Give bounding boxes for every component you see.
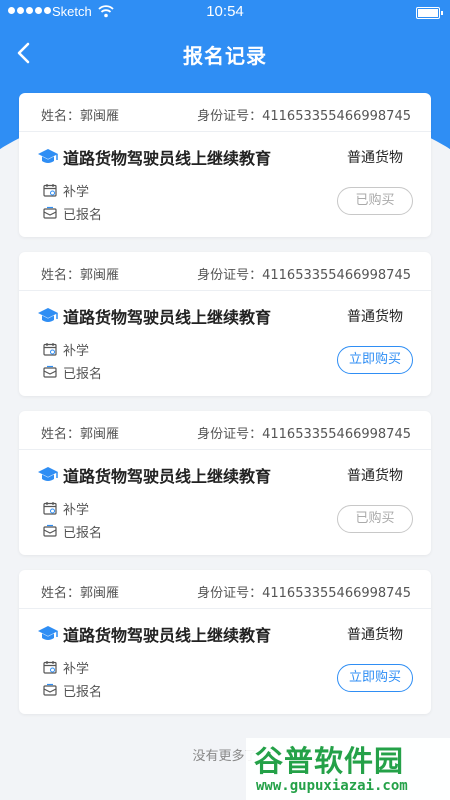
calendar-icon	[43, 502, 57, 515]
course-title: 道路货物驾驶员线上继续教育	[63, 149, 272, 168]
course-row: 道路货物驾驶员线上继续教育 普通货物	[37, 463, 411, 487]
watermark-url: www.gupuxiazai.com	[256, 778, 408, 794]
name-label: 姓名：	[41, 109, 81, 124]
watermark-brand: 谷普软件园	[254, 744, 405, 778]
study-type: 补学	[63, 185, 90, 200]
course-title: 道路货物驾驶员线上继续教育	[63, 308, 272, 327]
course-row: 道路货物驾驶员线上继续教育 普通货物	[37, 145, 411, 169]
name-line: 姓名：郭闽雁	[41, 423, 119, 442]
student-name: 郭闽雁	[80, 109, 120, 124]
name-label: 姓名：	[41, 427, 81, 442]
battery-icon	[416, 7, 443, 19]
course-title: 道路货物驾驶员线上继续教育	[63, 626, 272, 645]
id-line: 身份证号：411653355466998745	[197, 423, 411, 442]
id-number: 411653355466998745	[262, 586, 411, 601]
calendar-icon	[43, 343, 57, 356]
purchase-button[interactable]: 已购买	[337, 505, 413, 533]
student-name: 郭闽雁	[80, 427, 120, 442]
graduation-cap-icon	[38, 626, 58, 640]
name-label: 姓名：	[41, 268, 81, 283]
calendar-icon	[43, 184, 57, 197]
id-line: 身份证号：411653355466998745	[197, 582, 411, 601]
name-label: 姓名：	[41, 586, 81, 601]
study-type: 补学	[63, 662, 90, 677]
graduation-cap-icon	[38, 149, 58, 163]
envelope-icon	[43, 524, 57, 537]
id-line: 身份证号：411653355466998745	[197, 264, 411, 283]
student-name: 郭闽雁	[80, 586, 120, 601]
card-header: 姓名：郭闽雁 身份证号：411653355466998745	[19, 93, 431, 132]
graduation-cap-icon	[38, 467, 58, 481]
id-label: 身份证号：	[197, 268, 263, 283]
name-line: 姓名：郭闽雁	[41, 582, 119, 601]
name-line: 姓名：郭闽雁	[41, 264, 119, 283]
card-header: 姓名：郭闽雁 身份证号：411653355466998745	[19, 570, 431, 609]
course-title: 道路货物驾驶员线上继续教育	[63, 467, 272, 486]
status-bar: Sketch 10:54	[0, 0, 450, 24]
id-label: 身份证号：	[197, 109, 263, 124]
purchase-button[interactable]: 立即购买	[337, 346, 413, 374]
envelope-icon	[43, 365, 57, 378]
status-time: 10:54	[206, 3, 244, 20]
course-row: 道路货物驾驶员线上继续教育 普通货物	[37, 622, 411, 646]
course-category: 普通货物	[347, 468, 403, 484]
purchase-button[interactable]: 立即购买	[337, 664, 413, 692]
study-type: 补学	[63, 503, 90, 518]
record-card: 姓名：郭闽雁 身份证号：411653355466998745 道路货物驾驶员线上…	[19, 252, 431, 396]
envelope-icon	[43, 683, 57, 696]
record-card: 姓名：郭闽雁 身份证号：411653355466998745 道路货物驾驶员线上…	[19, 570, 431, 714]
card-header: 姓名：郭闽雁 身份证号：411653355466998745	[19, 411, 431, 450]
graduation-cap-icon	[38, 308, 58, 322]
card-header: 姓名：郭闽雁 身份证号：411653355466998745	[19, 252, 431, 291]
enroll-status: 已报名	[63, 367, 103, 382]
page-title: 报名记录	[183, 44, 267, 68]
nav-bar: 报名记录	[0, 30, 450, 78]
id-number: 411653355466998745	[262, 268, 411, 283]
record-card: 姓名：郭闽雁 身份证号：411653355466998745 道路货物驾驶员线上…	[19, 411, 431, 555]
id-line: 身份证号：411653355466998745	[197, 105, 411, 124]
course-category: 普通货物	[347, 150, 403, 166]
watermark-logo: 谷普软件园 www.gupuxiazai.com	[246, 738, 450, 800]
enroll-status: 已报名	[63, 208, 103, 223]
calendar-icon	[43, 661, 57, 674]
course-category: 普通货物	[347, 627, 403, 643]
enroll-status: 已报名	[63, 685, 103, 700]
record-list: 姓名：郭闽雁 身份证号：411653355466998745 道路货物驾驶员线上…	[19, 93, 431, 729]
id-label: 身份证号：	[197, 427, 263, 442]
student-name: 郭闽雁	[80, 268, 120, 283]
course-category: 普通货物	[347, 309, 403, 325]
record-card: 姓名：郭闽雁 身份证号：411653355466998745 道路货物驾驶员线上…	[19, 93, 431, 237]
study-type: 补学	[63, 344, 90, 359]
course-row: 道路货物驾驶员线上继续教育 普通货物	[37, 304, 411, 328]
envelope-icon	[43, 206, 57, 219]
screen: Sketch 10:54 报名记录 姓名：郭闽雁 身份证号：4116533554…	[0, 0, 450, 800]
name-line: 姓名：郭闽雁	[41, 105, 119, 124]
enroll-status: 已报名	[63, 526, 103, 541]
purchase-button[interactable]: 已购买	[337, 187, 413, 215]
id-number: 411653355466998745	[262, 109, 411, 124]
id-label: 身份证号：	[197, 586, 263, 601]
id-number: 411653355466998745	[262, 427, 411, 442]
